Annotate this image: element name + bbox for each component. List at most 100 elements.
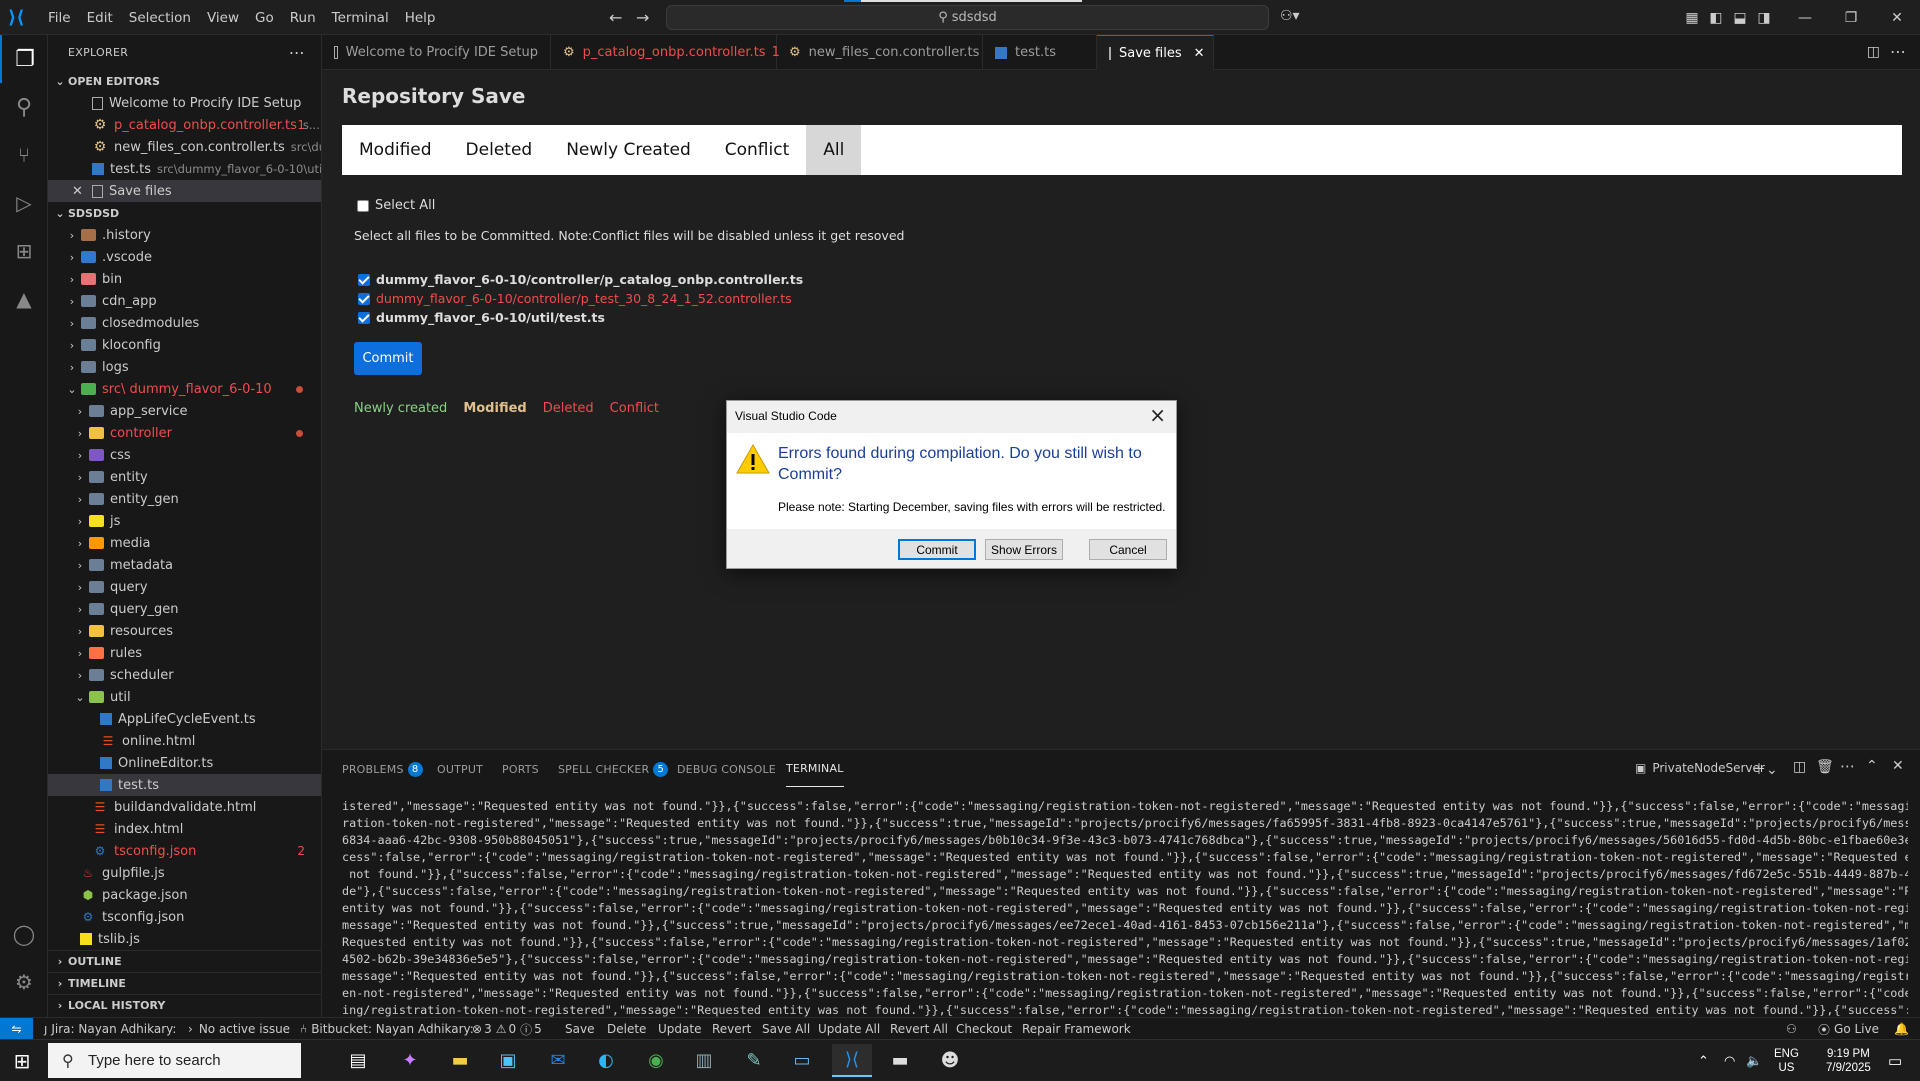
close-icon[interactable]: × [1149,403,1166,427]
tree-folder-open[interactable]: ⌄ src\ dummy_flavor_6-0-10 [48,378,321,400]
tab-p-catalog[interactable]: ⚙ p_catalog_onbp.controller.ts 1 [551,35,780,70]
menu-selection[interactable]: Selection [121,10,199,26]
menu-file[interactable]: File [40,10,79,26]
bitbucket-status[interactable]: ⑃ Bitbucket: Nayan Adhikary: [300,1018,474,1040]
settings-gear-icon[interactable]: ⚙ [0,958,48,1006]
file-checkbox[interactable] [358,311,370,324]
filter-tab-newly-created[interactable]: Newly Created [549,125,708,175]
show-errors-button[interactable]: Show Errors [985,539,1063,560]
jira-issue-status[interactable]: › No active issue [188,1018,290,1040]
problems-status[interactable]: ⊗ 3 ⚠ 0 ⓘ 5 [472,1018,542,1040]
tree-folder[interactable]: › js [48,510,321,532]
minimize-icon[interactable]: — [1782,0,1828,35]
tree-file[interactable]: ☰ buildandvalidate.html [48,796,321,818]
tab-debug-console[interactable]: DEBUG CONSOLE [677,750,776,788]
close-icon[interactable]: ✕ [72,184,92,199]
tree-folder[interactable]: › kloconfig [48,334,321,356]
notifications-bell-icon[interactable]: 🔔 [1894,1018,1909,1040]
cancel-button[interactable]: Cancel [1089,539,1167,560]
restore-icon[interactable]: ❐ [1828,0,1874,35]
tab-new-files[interactable]: ⚙ new_files_con.controller.ts [777,35,983,70]
tree-folder[interactable]: › metadata [48,554,321,576]
tab-output[interactable]: OUTPUT [437,750,483,788]
network-icon[interactable]: ◠ [1724,1040,1735,1081]
select-all-checkbox[interactable] [357,199,369,212]
tree-folder[interactable]: › .vscode [48,246,321,268]
local-history-section[interactable]: › LOCAL HISTORY [48,994,321,1016]
tree-folder[interactable]: › controller [48,422,321,444]
filter-tab-deleted[interactable]: Deleted [449,125,550,175]
toggle-panel-icon[interactable]: ⬓ [1728,0,1752,35]
game-app-icon[interactable]: ☻ [930,1044,970,1077]
task-view-icon[interactable]: ▤ [338,1044,378,1077]
action-update-all[interactable]: Update All [818,1018,880,1040]
accounts-icon[interactable]: ◯ [0,910,48,958]
source-control-icon[interactable]: ⑂ [0,131,48,179]
open-editor-item[interactable]: ⚙ p_catalog_onbp.controller.ts s... 1 [48,114,321,136]
language-indicator[interactable]: ENG US [1774,1040,1799,1081]
terminal-taskbar-icon[interactable]: ▬ [880,1044,920,1077]
tree-file[interactable]: ☰ online.html [48,730,321,752]
file-checkbox[interactable] [358,292,370,305]
edge-icon[interactable]: ◐ [586,1044,626,1077]
tree-folder[interactable]: › query [48,576,321,598]
filter-tab-all[interactable]: All [806,125,862,175]
new-terminal-icon[interactable]: ＋⌄ [1752,759,1778,779]
tree-file[interactable]: tslib.js [48,928,321,950]
tree-folder[interactable]: › cdn_app [48,290,321,312]
close-window-icon[interactable]: ✕ [1874,0,1920,35]
tree-file[interactable]: ⬢ package.json [48,884,321,906]
open-editor-item-active[interactable]: ✕ Save files [48,180,321,202]
tree-folder[interactable]: › css [48,444,321,466]
remote-icon[interactable]: ⇋ [0,1018,33,1040]
customize-layout-icon[interactable]: ▦ [1680,0,1704,35]
volume-icon[interactable]: 🔈 [1746,1040,1762,1081]
workspace-section[interactable]: ⌄ SDSDSD [48,202,321,224]
maximize-panel-icon[interactable]: ⌃ [1866,758,1878,774]
menu-go[interactable]: Go [247,10,282,26]
tray-overflow-icon[interactable]: ⌃ [1698,1040,1709,1081]
tree-folder[interactable]: › closedmodules [48,312,321,334]
clock[interactable]: 9:19 PM 7/9/2025 [1826,1040,1871,1081]
copilot-app-icon[interactable]: ✦ [390,1044,430,1077]
tab-welcome[interactable]: Welcome to Procify IDE Setup [322,35,551,70]
dialog-commit-button[interactable]: Commit [898,539,976,560]
close-icon[interactable]: ✕ [1194,46,1205,61]
menu-help[interactable]: Help [397,10,444,26]
tab-problems[interactable]: PROBLEMS 8 [342,750,423,788]
close-panel-icon[interactable]: ✕ [1892,758,1904,774]
app-icon[interactable]: ▥ [684,1044,724,1077]
action-save-all[interactable]: Save All [762,1018,810,1040]
timeline-section[interactable]: › TIMELINE [48,972,321,994]
tab-ports[interactable]: PORTS [502,750,539,788]
tree-folder[interactable]: › resources [48,620,321,642]
terminal-output[interactable]: istered","message":"Requested entity was… [342,798,1908,1018]
more-actions-icon[interactable]: ⋯ [289,43,305,62]
menu-terminal[interactable]: Terminal [324,10,397,26]
back-arrow-icon[interactable]: ← [609,8,622,27]
notification-center-icon[interactable]: ▭ [1888,1040,1902,1081]
tree-file[interactable]: ⚙ tsconfig.json 2 [48,840,321,862]
remote-desktop-icon[interactable]: ▭ [782,1044,822,1077]
copilot-icon[interactable]: ⚇▾ [1280,8,1300,24]
tree-folder[interactable]: › logs [48,356,321,378]
jira-status[interactable]: ȷ Jira: Nayan Adhikary: [44,1018,176,1040]
tab-save-files[interactable]: Save files ✕ [1097,35,1214,70]
tree-folder[interactable]: › app_service [48,400,321,422]
action-revert[interactable]: Revert [712,1018,751,1040]
extensions-icon[interactable]: ⊞ [0,227,48,275]
outline-section[interactable]: › OUTLINE [48,950,321,972]
tree-file[interactable]: AppLifeCycleEvent.ts [48,708,321,730]
tree-folder[interactable]: › bin [48,268,321,290]
split-editor-icon[interactable]: ◫ [1867,44,1880,60]
open-editor-item[interactable]: test.ts src\dummy_flavor_6-0-10\util [48,158,321,180]
more-actions-icon[interactable]: ⋯ [1840,757,1855,775]
tree-folder[interactable]: › media [48,532,321,554]
forward-arrow-icon[interactable]: → [636,8,649,27]
tree-file[interactable]: ⚙ tsconfig.json [48,906,321,928]
action-update[interactable]: Update [658,1018,701,1040]
menu-run[interactable]: Run [282,10,324,26]
split-terminal-icon[interactable]: ◫ [1793,759,1806,775]
tree-folder[interactable]: › entity [48,466,321,488]
store-icon[interactable]: ▣ [488,1044,528,1077]
